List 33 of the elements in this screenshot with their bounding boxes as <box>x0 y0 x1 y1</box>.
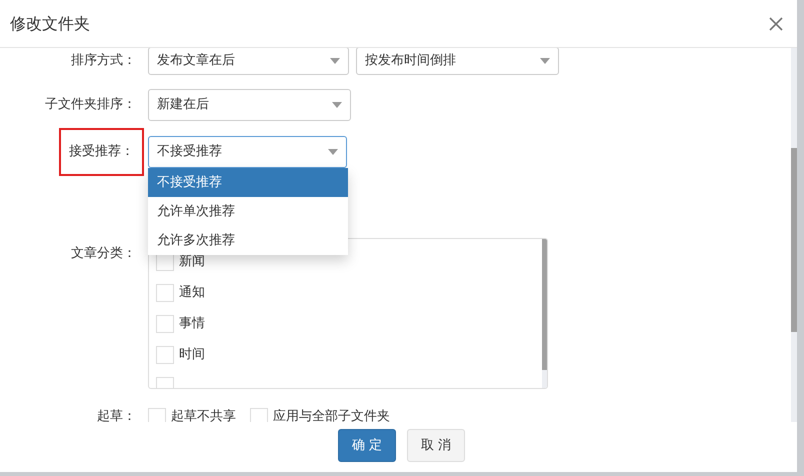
checkbox[interactable] <box>156 315 174 333</box>
caret-icon <box>540 58 550 64</box>
checkbox-label: 事情 <box>179 315 205 334</box>
cancel-button[interactable]: 取 消 <box>407 429 465 462</box>
scrollbar[interactable] <box>542 239 547 388</box>
field-label: 起草： <box>96 408 137 422</box>
checkbox-label: 起草不共享 <box>171 408 236 422</box>
checkbox[interactable] <box>156 346 174 364</box>
dialog-title: 修改文件夹 <box>10 12 90 34</box>
checkbox[interactable] <box>148 408 166 422</box>
field-label: 接受推荐： <box>59 128 144 176</box>
scrollbar[interactable] <box>791 48 797 422</box>
select-field[interactable]: 按发布时间倒排 <box>356 48 559 75</box>
checkbox[interactable] <box>250 408 268 422</box>
checkbox-label: 新闻 <box>179 253 205 272</box>
checkbox-label: 通知 <box>179 284 205 302</box>
confirm-button[interactable]: 确 定 <box>338 429 396 462</box>
field-label: 排序方式： <box>70 52 137 70</box>
dropdown-option[interactable]: 不接受推荐 <box>148 168 348 197</box>
checkbox[interactable] <box>156 284 174 302</box>
field-label: 文章分类： <box>70 245 137 263</box>
caret-icon <box>330 58 340 64</box>
checkbox-label: 应用与全部子文件夹 <box>273 408 390 422</box>
select-field[interactable]: 不接受推荐 <box>148 136 347 168</box>
close-icon[interactable] <box>769 16 783 30</box>
select-field[interactable]: 新建在后 <box>148 89 351 121</box>
caret-icon <box>328 149 338 155</box>
caret-icon <box>332 102 342 108</box>
dropdown-option[interactable]: 允许单次推荐 <box>148 197 348 226</box>
dropdown-option[interactable]: 允许多次推荐 <box>148 226 348 255</box>
field-label: 子文件夹排序： <box>44 96 137 114</box>
checkbox-label: 时间 <box>179 346 205 364</box>
select-field[interactable]: 发布文章在后 <box>148 48 349 75</box>
